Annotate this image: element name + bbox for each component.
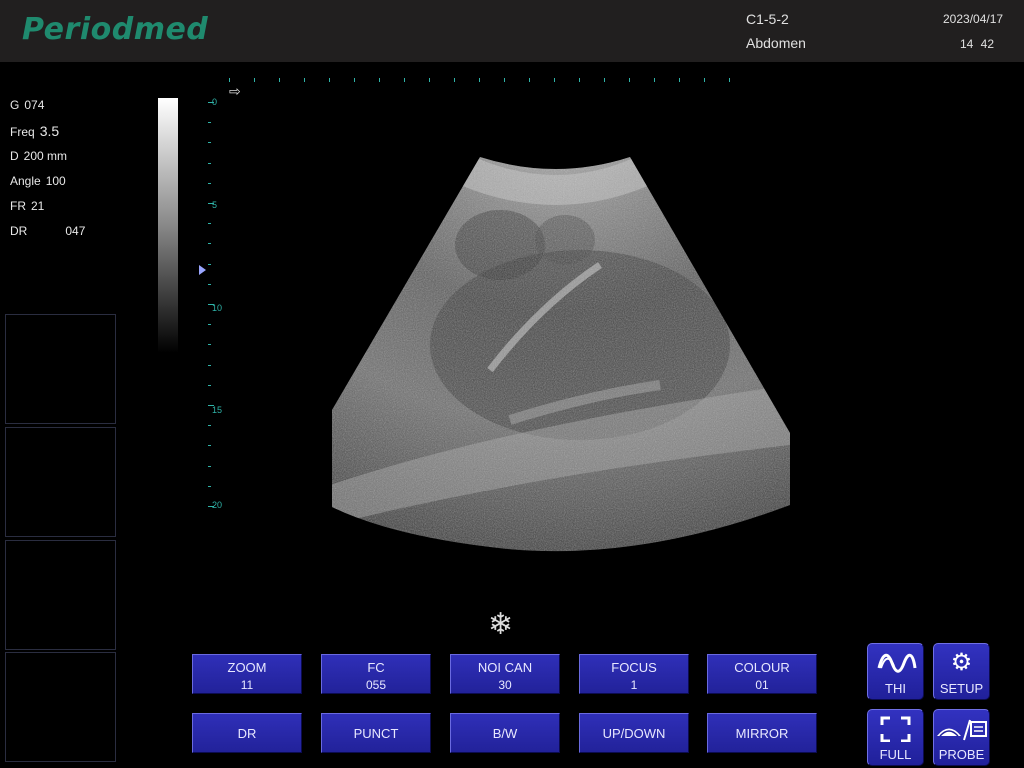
puncture-button[interactable]: PUNCT (321, 713, 431, 753)
probe-icon (937, 719, 987, 741)
lateral-tick (279, 78, 280, 82)
depth-tick (208, 506, 214, 507)
fullscreen-icon (880, 716, 911, 742)
ultrasound-image (332, 157, 790, 552)
lateral-tick (479, 78, 480, 82)
thumbnail-slot-2[interactable] (5, 427, 116, 537)
depth-tick (208, 223, 211, 224)
depth-tick (208, 445, 211, 446)
gear-icon: ⚙ (950, 649, 973, 676)
param-angle: Angle 100 (10, 174, 66, 188)
zoom-button[interactable]: ZOOM 11 (192, 654, 302, 694)
depth-tick (208, 425, 211, 426)
date-display: 2023/04/17 (943, 12, 1004, 26)
lateral-tick (429, 78, 430, 82)
bw-button[interactable]: B/W (450, 713, 560, 753)
mirror-button[interactable]: MIRROR (707, 713, 817, 753)
thi-button[interactable]: THI (867, 643, 924, 700)
focus-button[interactable]: FOCUS 1 (579, 654, 689, 694)
thumbnail-slot-1[interactable] (5, 314, 116, 424)
depth-tick (208, 304, 214, 305)
right-arrow-icon: ⇨ (229, 83, 241, 99)
lateral-tick (329, 78, 330, 82)
lateral-tick (679, 78, 680, 82)
lateral-tick (529, 78, 530, 82)
dr-button[interactable]: DR (192, 713, 302, 753)
snowflake-icon: ❄ (488, 608, 514, 641)
lateral-tick (404, 78, 405, 82)
depth-tick (208, 405, 214, 406)
thumbnail-slot-3[interactable] (5, 540, 116, 650)
lateral-tick (254, 78, 255, 82)
focus-marker[interactable] (199, 265, 206, 275)
lateral-tick (704, 78, 705, 82)
depth-tick (208, 122, 211, 123)
depth-label-5: 5 (212, 200, 218, 210)
header-bar: Periodmed C1-5-2 Abdomen 2023/04/17 14 4… (0, 0, 1024, 62)
fc-button[interactable]: FC 055 (321, 654, 431, 694)
depth-tick (208, 163, 211, 164)
depth-tick (208, 324, 211, 325)
wave-icon (877, 653, 917, 673)
param-gain: G 074 (10, 98, 45, 112)
probe-button[interactable]: PROBE (933, 709, 990, 766)
lateral-tick (604, 78, 605, 82)
lateral-tick (579, 78, 580, 82)
colour-button[interactable]: COLOUR 01 (707, 654, 817, 694)
param-frequency: Freq 3.5 (10, 123, 60, 139)
depth-tick (208, 243, 211, 244)
param-frame-rate: FR 21 (10, 199, 45, 213)
depth-tick (208, 365, 211, 366)
grayscale-bar (158, 98, 178, 353)
probe-name: C1-5-2 (746, 11, 789, 27)
depth-tick (208, 284, 211, 285)
lateral-tick (454, 78, 455, 82)
param-dynamic-range: DR 047 (10, 224, 86, 238)
param-depth: D 200 mm (10, 149, 68, 163)
lateral-tick (654, 78, 655, 82)
up-down-button[interactable]: UP/DOWN (579, 713, 689, 753)
time-display: 14 42 (960, 37, 995, 51)
lateral-tick (629, 78, 630, 82)
lateral-tick (304, 78, 305, 82)
setup-button[interactable]: ⚙ SETUP (933, 643, 990, 700)
exam-preset: Abdomen (746, 35, 806, 51)
depth-tick (208, 203, 214, 204)
full-button[interactable]: FULL (867, 709, 924, 766)
brand-logo: Periodmed (22, 12, 209, 47)
thumbnail-slot-4[interactable] (5, 652, 116, 762)
depth-label-20: 20 (212, 500, 223, 510)
lateral-tick (354, 78, 355, 82)
depth-tick (208, 344, 211, 345)
depth-tick (208, 264, 211, 265)
depth-label-15: 15 (212, 405, 223, 415)
lateral-tick (554, 78, 555, 82)
lateral-tick (729, 78, 730, 82)
depth-tick (208, 385, 211, 386)
lateral-tick (504, 78, 505, 82)
depth-tick (208, 102, 214, 103)
noise-cancel-button[interactable]: NOI CAN 30 (450, 654, 560, 694)
depth-tick (208, 486, 211, 487)
depth-tick (208, 142, 211, 143)
depth-tick (208, 466, 211, 467)
lateral-tick (379, 78, 380, 82)
depth-tick (208, 183, 211, 184)
lateral-tick (229, 78, 230, 82)
